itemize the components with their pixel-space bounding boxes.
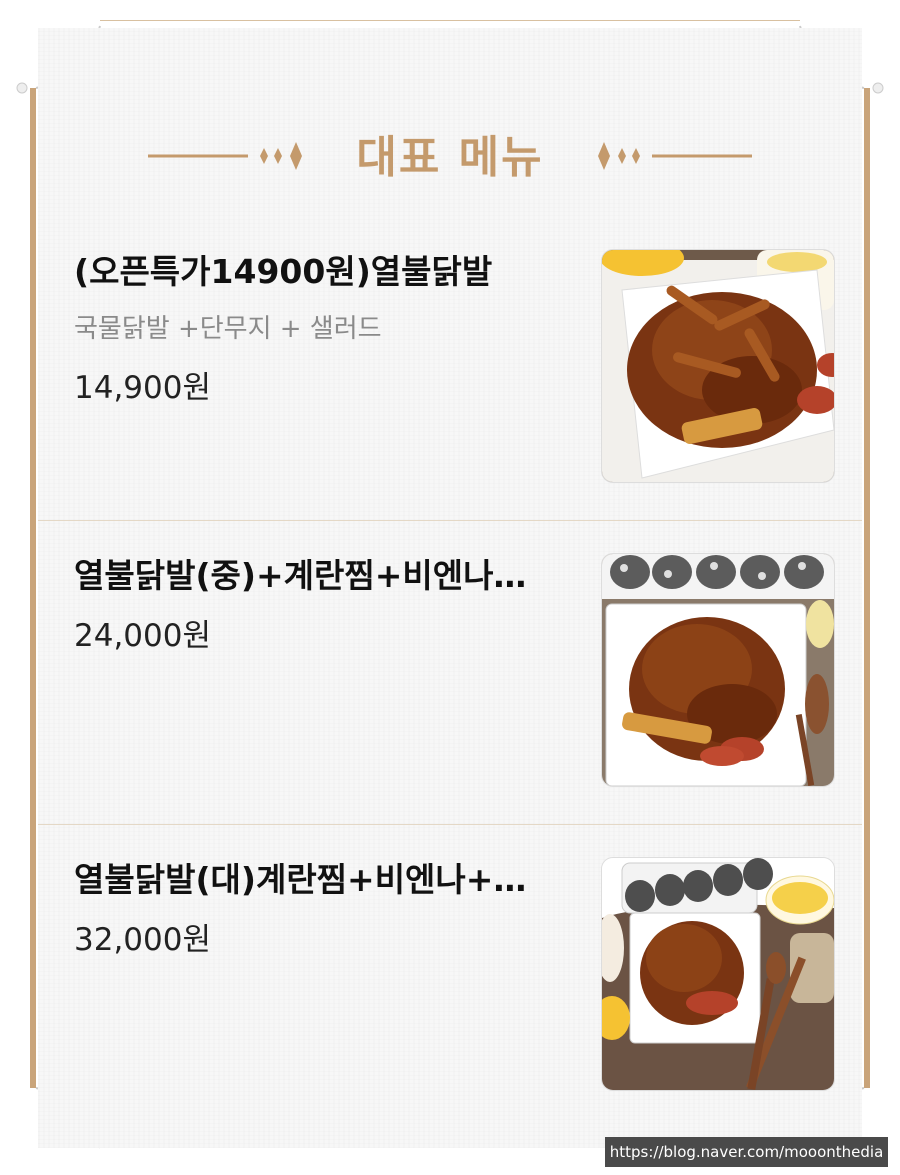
menu-item-description: 국물닭발 +단무지 + 샐러드: [74, 314, 382, 344]
menu-item-name: 열불닭발(중)+계란찜+비엔나…: [74, 556, 527, 595]
chicken-feet-set-photo: [601, 857, 835, 1091]
menu-item-price: 14,900원: [74, 370, 211, 406]
menu-item[interactable]: (오픈특가14900원)열불닭발 국물닭발 +단무지 + 샐러드 14,900원: [38, 216, 862, 521]
menu-item-price: 32,000원: [74, 922, 211, 958]
menu-card-frame: 대표 메뉴 (오픈특가14900원)열불닭발 국물닭발 +단무지 + 샐러드 1…: [16, 18, 884, 1160]
menu-item[interactable]: 열불닭발(중)+계란찜+비엔나… 24,000원: [38, 520, 862, 825]
menu-paper: 대표 메뉴 (오픈특가14900원)열불닭발 국물닭발 +단무지 + 샐러드 1…: [38, 28, 862, 1148]
spicy-chicken-feet-photo: [601, 249, 835, 483]
watermark-url: https://blog.naver.com/mooonthedia: [605, 1137, 888, 1167]
menu-item-name: (오픈특가14900원)열불닭발: [74, 252, 493, 291]
ornament-right-icon: [598, 142, 752, 170]
chicken-feet-with-rice-balls-photo: [601, 553, 835, 787]
menu-item-price: 24,000원: [74, 618, 211, 654]
menu-item[interactable]: 열불닭발(대)계란찜+비엔나+… 32,000원: [38, 824, 862, 1128]
menu-header: 대표 메뉴: [38, 128, 862, 188]
menu-item-name: 열불닭발(대)계란찜+비엔나+…: [74, 860, 527, 899]
